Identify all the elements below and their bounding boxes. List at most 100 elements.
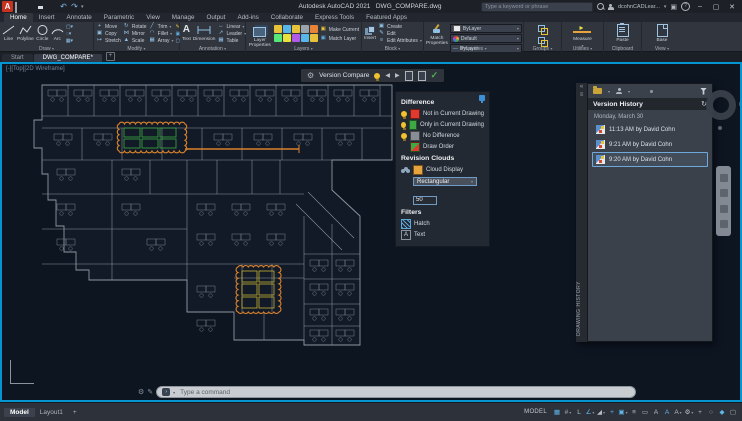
- osnap-tracking-icon[interactable]: +: [607, 406, 617, 419]
- redo-icon[interactable]: ↷: [70, 1, 79, 12]
- linear-button[interactable]: ↔Linear▾: [217, 23, 246, 30]
- layer-tool-icon-9[interactable]: [310, 34, 318, 42]
- cloud-color-swatch[interactable]: [413, 165, 423, 175]
- close-button[interactable]: ✕: [726, 3, 738, 11]
- cloud-shape-dropdown[interactable]: Rectangular▾: [413, 177, 477, 186]
- annotation-visibility-icon[interactable]: A: [651, 406, 661, 419]
- autocad-logo-icon[interactable]: A: [2, 1, 13, 12]
- ribbon-tab-collaborate[interactable]: Collaborate: [265, 13, 309, 22]
- workspace-switching-icon[interactable]: ⚙▾: [684, 406, 694, 419]
- array-button[interactable]: ▦Array▾: [149, 37, 174, 44]
- settings-gear-icon[interactable]: ⚙: [307, 71, 314, 81]
- lightbulb-icon[interactable]: [401, 111, 407, 117]
- account-dropdown-icon[interactable]: ▾: [664, 4, 667, 10]
- lineweight-dropdown[interactable]: Default▾: [450, 34, 522, 43]
- layer-tool-icon-1[interactable]: [283, 25, 291, 33]
- lightbulb-icon[interactable]: [374, 73, 380, 79]
- create-block-button[interactable]: ▣Create: [378, 23, 422, 30]
- lightbulb-icon[interactable]: [401, 122, 406, 128]
- apps-icon[interactable]: ▣: [670, 3, 677, 11]
- edit-attributes-button[interactable]: ≡Edit Attributes▾: [378, 37, 422, 44]
- clean-screen-icon[interactable]: ▢: [728, 406, 738, 419]
- command-edit-icon[interactable]: ✎: [147, 388, 153, 396]
- polyline-button[interactable]: Polyline: [17, 23, 34, 42]
- snap-mode-icon[interactable]: #▾: [563, 406, 573, 419]
- navigation-bar[interactable]: [716, 166, 731, 236]
- trim-button[interactable]: ╱Trim▾: [149, 23, 174, 30]
- compare-settings-icon[interactable]: [418, 71, 426, 81]
- mirror-button[interactable]: ⋈Mirror: [123, 30, 147, 37]
- ribbon-tab-parametric[interactable]: Parametric: [98, 13, 140, 22]
- move-button[interactable]: +Move: [96, 23, 121, 30]
- fillet-button[interactable]: ◠Fillet▾: [149, 30, 174, 37]
- ribbon-tab-add-ins[interactable]: Add-ins: [231, 13, 264, 22]
- ribbon-tab-home[interactable]: Home: [4, 13, 33, 22]
- layer-properties-button[interactable]: Layer Properties: [248, 23, 272, 48]
- difference-row-3[interactable]: Draw Order: [401, 141, 484, 152]
- revision-cloud-icon[interactable]: [401, 167, 410, 173]
- export-snapshot-icon[interactable]: [405, 71, 413, 81]
- grid-display-icon[interactable]: ▦: [552, 406, 562, 419]
- measure-button[interactable]: Measure▾: [573, 23, 592, 48]
- previous-difference-icon[interactable]: ◀: [385, 72, 390, 79]
- circle-button[interactable]: Circle: [36, 23, 49, 42]
- account-icon[interactable]: [608, 4, 614, 10]
- scale-button[interactable]: ▲Scale: [123, 37, 147, 44]
- copy-button[interactable]: ▣Copy: [96, 30, 121, 37]
- leader-button[interactable]: ↗Leader▾: [217, 30, 246, 37]
- ribbon-tab-express-tools[interactable]: Express Tools: [309, 13, 360, 22]
- cloud-size-input[interactable]: [413, 196, 437, 205]
- isolate-objects-icon[interactable]: ○: [706, 406, 716, 419]
- ungroup-icon[interactable]: [538, 37, 547, 45]
- base-button[interactable]: Base: [657, 23, 668, 43]
- ribbon-tab-view[interactable]: View: [140, 13, 166, 22]
- lightbulb-icon[interactable]: [401, 133, 407, 139]
- edit-block-button[interactable]: ✎Edit: [378, 30, 422, 37]
- version-item-2[interactable]: 9:20 AM by David Cohn: [592, 152, 708, 167]
- layer-tool-icon-3[interactable]: [301, 25, 309, 33]
- restore-button[interactable]: ▢: [710, 3, 722, 11]
- palette-menu-icon[interactable]: ≡: [576, 91, 587, 99]
- file-tab-dwg-compare[interactable]: DWG_COMPARE*: [34, 54, 102, 62]
- minimize-button[interactable]: –: [694, 3, 706, 10]
- command-input[interactable]: [178, 388, 630, 397]
- graphics-performance-icon[interactable]: ◆: [717, 406, 727, 419]
- layer-tool-icon-4[interactable]: [310, 25, 318, 33]
- account-label[interactable]: dcohnCADLear...: [618, 4, 660, 10]
- viewport-label[interactable]: [-][Top][2D Wireframe]: [6, 66, 65, 72]
- ribbon-tab-insert[interactable]: Insert: [33, 13, 61, 22]
- zoom-icon[interactable]: [720, 205, 728, 213]
- layer-tool-icon-7[interactable]: [292, 34, 300, 42]
- model-tab[interactable]: Model: [4, 408, 35, 417]
- new-layout-button[interactable]: +: [68, 408, 82, 417]
- layer-tool-icon-8[interactable]: [301, 34, 309, 42]
- ribbon-tab-manage[interactable]: Manage: [166, 13, 201, 22]
- orbit-icon[interactable]: [720, 220, 728, 228]
- arc-button[interactable]: Arc: [51, 23, 64, 42]
- palette-autohide-icon[interactable]: «: [576, 83, 587, 91]
- annotation-scale-icon[interactable]: A▾: [673, 406, 683, 419]
- insert-button[interactable]: Insert: [364, 23, 376, 41]
- storage-location-icon[interactable]: [593, 88, 602, 94]
- layer-tool-icon-6[interactable]: [283, 34, 291, 42]
- stretch-button[interactable]: ↦Stretch: [96, 37, 121, 44]
- rotate-button[interactable]: ↻Rotate: [123, 23, 147, 30]
- search-icon[interactable]: [597, 3, 604, 10]
- owner-filter-icon[interactable]: [616, 88, 622, 94]
- help-icon[interactable]: ?: [681, 2, 690, 11]
- ribbon-tab-output[interactable]: Output: [201, 13, 232, 22]
- next-difference-icon[interactable]: ▶: [395, 72, 400, 79]
- drawing-canvas[interactable]: [-][Top][2D Wireframe] ⚙ Version Compare…: [2, 64, 740, 400]
- match-layer-button[interactable]: ▣Match Layer: [320, 35, 359, 42]
- object-snap-icon[interactable]: ▣▾: [618, 406, 628, 419]
- ribbon-tab-featured-apps[interactable]: Featured Apps: [360, 13, 413, 22]
- make-current-button[interactable]: ▣Make Current: [320, 26, 359, 33]
- command-search-icon[interactable]: ›: [162, 388, 170, 396]
- table-button[interactable]: ▦Table: [217, 37, 246, 44]
- pan-icon[interactable]: [720, 189, 728, 197]
- object-color-dropdown[interactable]: ByLayer▾: [450, 24, 522, 33]
- layout1-tab[interactable]: Layout1: [35, 408, 68, 417]
- difference-row-0[interactable]: Not in Current Drawing: [401, 108, 484, 119]
- text-button[interactable]: AText: [182, 23, 191, 42]
- full-navigation-wheel-icon[interactable]: [720, 174, 728, 182]
